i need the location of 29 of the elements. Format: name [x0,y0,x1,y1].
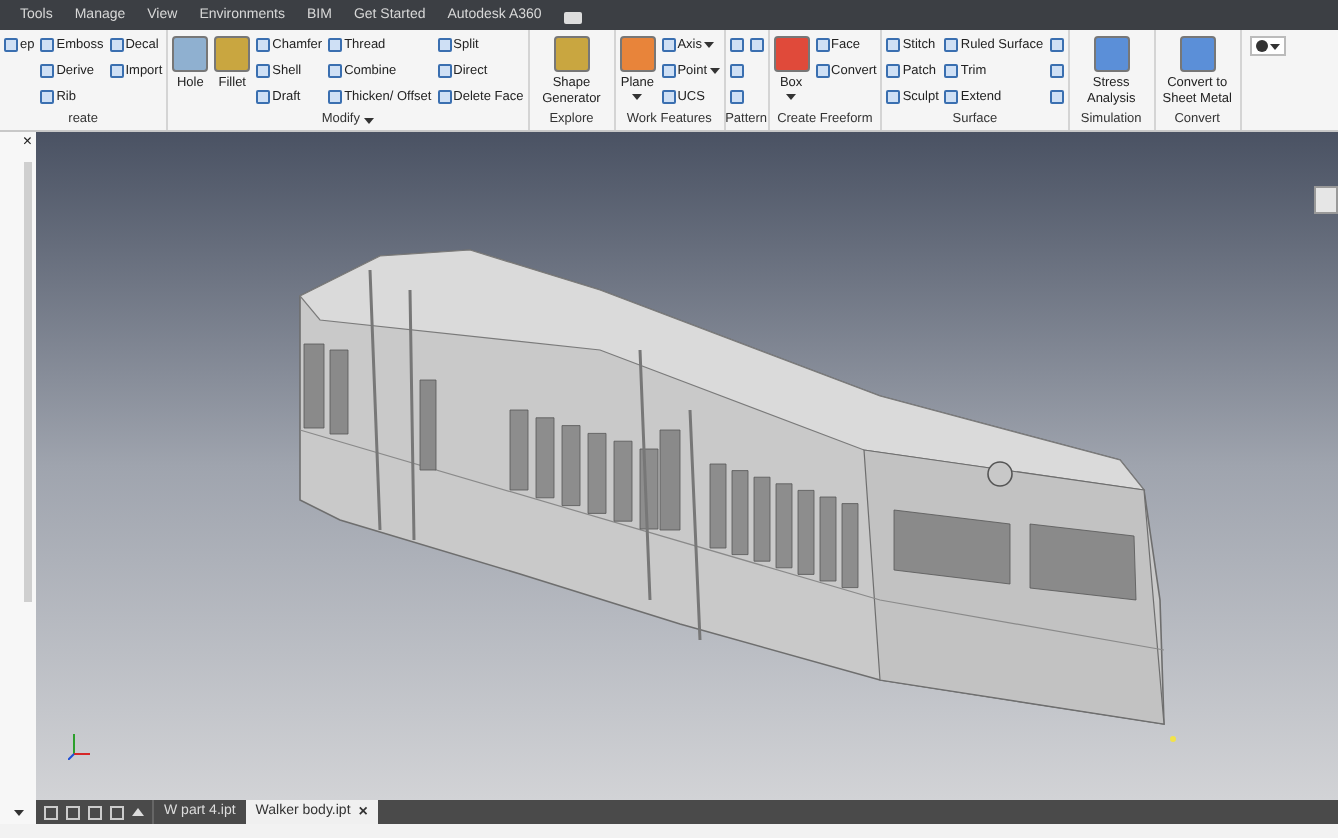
ribbon-icon-button[interactable] [727,32,746,58]
ribbon-icon-button[interactable] [727,58,746,84]
caret-icon [364,117,374,123]
caret-icon [632,94,643,100]
close-icon[interactable]: × [358,800,368,824]
axis-triad-icon [68,732,92,760]
caret-icon [13,809,23,815]
scrollbar[interactable] [24,162,32,602]
caret-icon [1269,43,1280,49]
caret-icon [786,94,797,100]
tool-icon [773,36,810,72]
tool-icon [619,36,656,72]
caret-icon [709,68,720,74]
ribbon-icon-button[interactable] [727,84,746,110]
tool-icon [172,36,209,72]
up-arrow-icon[interactable] [132,808,144,816]
caret-icon [704,42,714,48]
close-button[interactable]: × [22,132,32,150]
options-dropdown-button[interactable] [1249,36,1286,56]
tool-icon [1179,36,1216,72]
tool-icon [214,36,251,72]
tool-icon [4,38,18,52]
ribbon-icon-button[interactable] [1047,84,1066,110]
ribbon-icon-button[interactable] [1047,58,1066,84]
point-marker [1170,736,1176,742]
ribbon-icon-button[interactable] [1047,32,1066,58]
ribbon-icon-button[interactable] [747,32,766,58]
tool-icon [553,36,590,72]
tool-icon [1093,36,1130,72]
